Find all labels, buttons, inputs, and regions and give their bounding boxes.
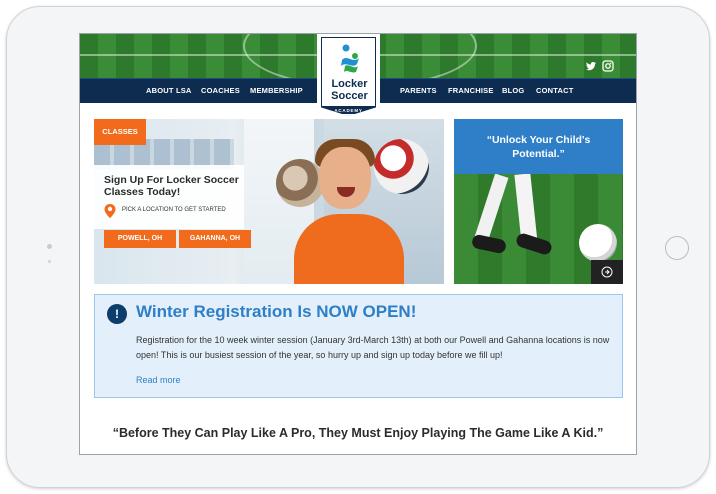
home-button[interactable] [665,236,689,260]
nav-item-coaches[interactable]: COACHES [201,79,240,103]
held-ball-right [374,139,429,194]
twitter-icon[interactable] [585,60,597,72]
nav-item-parents[interactable]: PARENTS [400,79,437,103]
tagline-quote: “Before They Can Play Like A Pro, They M… [112,426,604,440]
notice-body: Registration for the 10 week winter sess… [136,335,610,360]
promo-quote: “Unlock Your Child's Potential.” [486,134,591,160]
signup-title: Sign Up For Locker Soccer Classes Today! [104,174,239,198]
location-prompt: PICK A LOCATION TO GET STARTED [104,204,254,218]
kid-face [319,147,371,209]
logo-text-soccer: Soccer [331,90,368,102]
promo-card[interactable]: “Unlock Your Child's Potential.” [454,119,623,284]
nav-item-franchise[interactable]: FRANCHISE [448,79,494,103]
read-more-link[interactable]: Read more [136,375,181,385]
location-pin-icon [104,204,116,218]
site-logo[interactable]: Locker Soccer ACADEMY [317,34,380,116]
alert-icon: ! [107,304,127,324]
hero-banner: CLASSES Sign Up For Locker Soccer Classe… [94,119,444,284]
location-button-gahanna[interactable]: GAHANNA, OH [179,230,251,248]
website-screen: ABOUT LSA COACHES MEMBERSHIP PARENTS FRA… [79,33,637,455]
instagram-icon[interactable] [602,60,614,72]
promo-header: “Unlock Your Child's Potential.” [454,119,623,174]
classes-tag[interactable]: CLASSES [94,119,146,145]
notice-title: Winter Registration Is NOW OPEN! [136,302,417,321]
nav-item-contact[interactable]: CONTACT [536,79,574,103]
front-camera [47,244,52,249]
logo-frame: Locker Soccer [321,37,376,107]
logo-band-academy: ACADEMY [321,107,376,114]
registration-notice: ! Winter Registration Is NOW OPEN! Regis… [94,294,623,398]
logo-text-locker: Locker [331,78,368,90]
nav-item-membership[interactable]: MEMBERSHIP [250,79,303,103]
arrow-right-icon[interactable] [591,260,623,284]
nav-item-blog[interactable]: BLOG [502,79,524,103]
promo-soccer-ball [579,224,617,262]
kid-shirt [294,214,404,284]
nav-item-about-lsa[interactable]: ABOUT LSA [146,79,192,103]
camera-sensor [48,260,51,263]
held-ball-left [276,159,324,207]
location-button-powell[interactable]: POWELL, OH [104,230,176,248]
player-logo-icon [341,44,359,73]
location-prompt-label: PICK A LOCATION TO GET STARTED [122,207,226,213]
